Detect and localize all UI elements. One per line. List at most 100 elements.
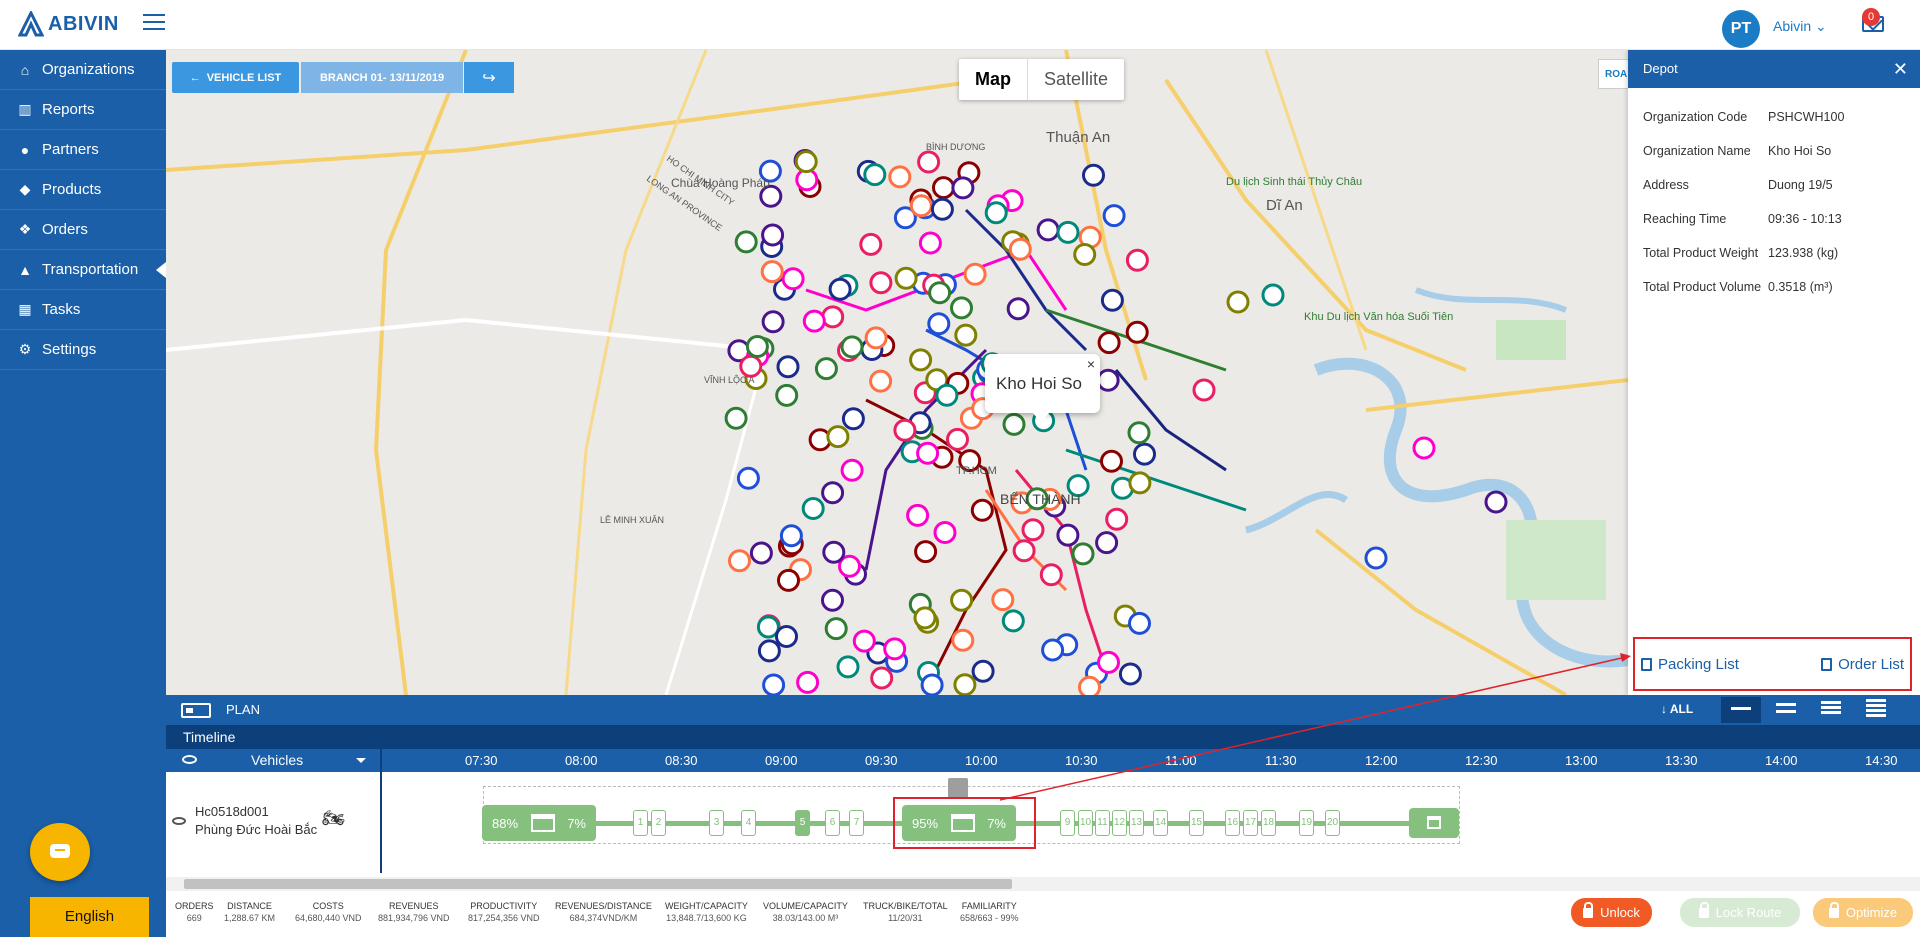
map-pin[interactable]: [935, 383, 959, 407]
map-pin[interactable]: [954, 323, 978, 347]
map-pin[interactable]: [739, 354, 763, 378]
map-type-satellite[interactable]: Satellite: [1027, 59, 1124, 100]
map-pin[interactable]: [1128, 611, 1151, 635]
map-pin[interactable]: [906, 503, 930, 527]
map-pin[interactable]: [826, 425, 850, 449]
sidebar-item-products[interactable]: ◆ Products: [0, 170, 166, 210]
map-pin[interactable]: [1133, 442, 1156, 466]
avatar[interactable]: PT: [1722, 10, 1760, 48]
menu-icon[interactable]: [143, 14, 165, 32]
scrollbar-thumb[interactable]: [184, 879, 1012, 889]
map-pin[interactable]: [821, 588, 844, 612]
depot-stop-end[interactable]: [1409, 808, 1459, 838]
map-pin[interactable]: [824, 617, 848, 641]
depot-stop-start[interactable]: 88% 7%: [482, 805, 596, 841]
map-pin[interactable]: [951, 628, 975, 652]
map-pin[interactable]: [950, 588, 974, 612]
map-pin[interactable]: [1036, 218, 1060, 242]
sidebar-item-tasks[interactable]: ▦ Tasks: [0, 290, 166, 330]
map-pin[interactable]: [970, 498, 994, 522]
map-pin[interactable]: [883, 637, 907, 661]
stop-marker[interactable]: 14: [1153, 810, 1168, 836]
map-pin[interactable]: [724, 406, 748, 430]
sidebar-item-transportation[interactable]: ▲ Transportation: [0, 250, 166, 290]
map-pin[interactable]: [991, 588, 1015, 612]
map-pin[interactable]: [1125, 320, 1149, 344]
map-pin[interactable]: [1128, 471, 1152, 495]
sidebar-item-settings[interactable]: ⚙ Settings: [0, 330, 166, 370]
sidebar-item-reports[interactable]: ▥ Reports: [0, 90, 166, 130]
chevron-down-icon[interactable]: [356, 758, 366, 763]
eye-icon[interactable]: [182, 755, 197, 764]
map-pin[interactable]: [1100, 449, 1123, 473]
map-pin[interactable]: [821, 481, 845, 505]
vehicle-list-button[interactable]: ← VEHICLE LIST: [172, 62, 299, 93]
map-pin[interactable]: [914, 540, 938, 564]
unlock-button[interactable]: Unlock: [1571, 898, 1652, 927]
map-pin[interactable]: [840, 335, 864, 359]
map-pin[interactable]: [736, 466, 760, 490]
map-pin[interactable]: [1105, 507, 1129, 531]
map-pin[interactable]: [1056, 220, 1080, 244]
map-pin[interactable]: [927, 312, 951, 336]
map-pin[interactable]: [913, 606, 937, 630]
row-size-4-icon[interactable]: [1856, 697, 1896, 723]
stop-marker[interactable]: 10: [1078, 810, 1093, 836]
map-pin[interactable]: [776, 355, 800, 379]
stop-marker[interactable]: 17: [1243, 810, 1258, 836]
map-pin[interactable]: [1006, 297, 1030, 321]
map-pin[interactable]: [1364, 546, 1388, 570]
map-pin[interactable]: [1078, 675, 1101, 695]
map-pin[interactable]: [1127, 421, 1151, 445]
map-pin[interactable]: [1001, 609, 1025, 633]
map-pin[interactable]: [1097, 331, 1121, 355]
eye-icon[interactable]: [172, 817, 186, 825]
map-pin[interactable]: [1071, 542, 1095, 566]
map-pin[interactable]: [757, 639, 781, 663]
stop-marker[interactable]: 20: [1325, 810, 1340, 836]
map-pin[interactable]: [953, 673, 977, 695]
map-pin[interactable]: [836, 655, 860, 679]
map-pin[interactable]: [1102, 204, 1126, 228]
map-pin[interactable]: [893, 418, 917, 442]
row-size-1-icon[interactable]: [1721, 697, 1761, 723]
stop-marker[interactable]: 2: [651, 810, 666, 836]
map-pin[interactable]: [920, 673, 944, 695]
map-pin[interactable]: [760, 260, 784, 284]
map-pin[interactable]: [864, 326, 888, 350]
map-pin[interactable]: [932, 176, 955, 200]
map-pin[interactable]: [840, 458, 864, 482]
map-pin[interactable]: [1261, 283, 1285, 307]
close-icon[interactable]: ✕: [1893, 50, 1908, 88]
sidebar-item-orders[interactable]: ❖ Orders: [0, 210, 166, 250]
toggle-panel-icon[interactable]: [181, 703, 211, 718]
sort-all[interactable]: ↓ ALL: [1661, 702, 1693, 716]
map-pin[interactable]: [1192, 378, 1216, 402]
map-pin[interactable]: [1041, 638, 1065, 662]
map-pin[interactable]: [930, 197, 954, 221]
map-pin[interactable]: [779, 524, 803, 548]
map-pin[interactable]: [1021, 518, 1045, 542]
sidebar-item-partners[interactable]: ● Partners: [0, 130, 166, 170]
optimize-button[interactable]: Optimize: [1813, 898, 1913, 927]
map-pin[interactable]: [822, 540, 846, 564]
map-pin[interactable]: [1484, 490, 1508, 514]
map-pin[interactable]: [775, 383, 799, 407]
map-canvas[interactable]: Thuận An Dĩ An BÌNH DƯƠNG HO CHI MINH CI…: [166, 50, 1628, 695]
stop-marker[interactable]: 15: [1189, 810, 1204, 836]
map-pin[interactable]: [888, 165, 912, 189]
map-pin[interactable]: [761, 310, 785, 334]
packing-list-link[interactable]: Packing List: [1641, 656, 1739, 673]
branch-selector[interactable]: BRANCH 01- 13/11/2019: [301, 62, 463, 93]
map-pin[interactable]: [828, 277, 852, 301]
map-pin[interactable]: [933, 521, 957, 544]
stop-marker[interactable]: 4: [741, 810, 756, 836]
map-pin[interactable]: [1125, 248, 1149, 272]
map-pin[interactable]: [1002, 412, 1026, 436]
map-pin[interactable]: [863, 163, 887, 187]
stop-marker[interactable]: 6: [825, 810, 840, 836]
map-pin[interactable]: [761, 223, 785, 247]
map-pin[interactable]: [909, 194, 933, 218]
map-pin[interactable]: [1073, 243, 1097, 266]
map-pin[interactable]: [728, 549, 751, 573]
